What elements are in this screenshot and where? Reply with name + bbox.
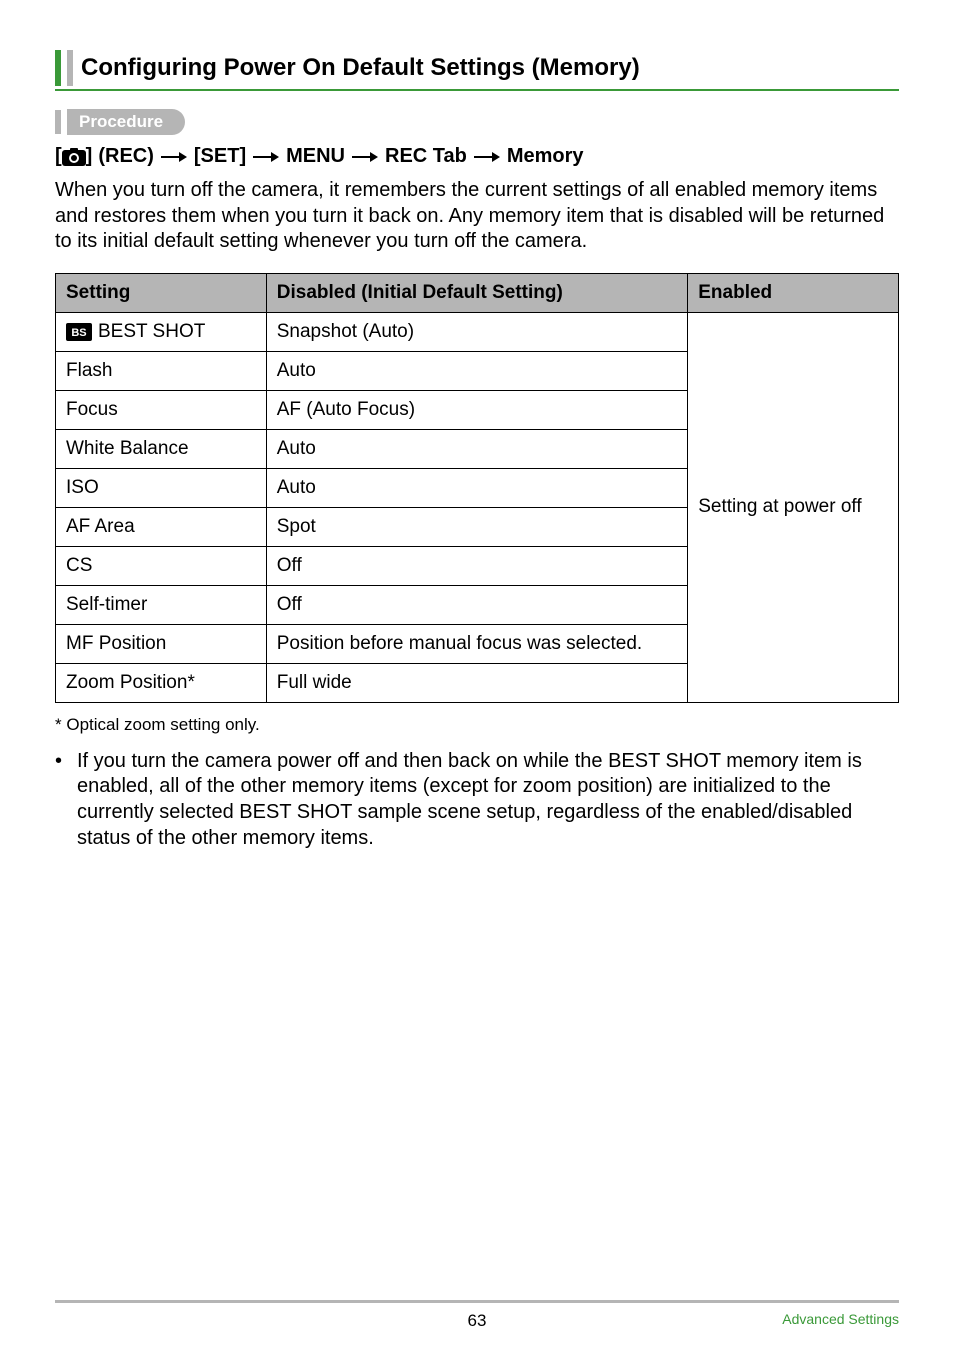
th-disabled: Disabled (Initial Default Setting)	[266, 273, 688, 312]
bullet-marker: •	[55, 749, 77, 851]
cell-disabled: Auto	[266, 429, 688, 468]
cell-setting: Focus	[56, 390, 267, 429]
arrow-icon	[473, 145, 501, 168]
cell-setting: White Balance	[56, 429, 267, 468]
cell-setting: BEST SHOT	[98, 321, 205, 343]
path-set: [SET]	[194, 145, 246, 168]
footer-divider	[55, 1300, 899, 1303]
cell-disabled: Full wide	[266, 663, 688, 702]
table-header-row: Setting Disabled (Initial Default Settin…	[56, 273, 899, 312]
cell-disabled: Spot	[266, 507, 688, 546]
menu-path: [ ] (REC) [SET] MENU REC Tab Memory	[55, 145, 899, 168]
page-footer: 63 Advanced Settings	[55, 1300, 899, 1327]
bullet-text: If you turn the camera power off and the…	[77, 749, 899, 851]
th-enabled: Enabled	[688, 273, 899, 312]
section-heading: Configuring Power On Default Settings (M…	[55, 50, 899, 86]
body-paragraph: When you turn off the camera, it remembe…	[55, 178, 899, 255]
footer-section: Advanced Settings	[782, 1311, 899, 1327]
th-setting: Setting	[56, 273, 267, 312]
footnote-text: Optical zoom setting only.	[66, 715, 259, 734]
settings-table: Setting Disabled (Initial Default Settin…	[55, 273, 899, 703]
procedure-pill: Procedure	[67, 109, 185, 135]
cell-disabled: AF (Auto Focus)	[266, 390, 688, 429]
table-row: BS BEST SHOT Snapshot (Auto) Setting at …	[56, 312, 899, 351]
cell-disabled: Auto	[266, 468, 688, 507]
cell-disabled: Position before manual focus was selecte…	[266, 624, 688, 663]
cell-setting: ISO	[56, 468, 267, 507]
heading-accent-green	[55, 50, 61, 86]
path-tab: REC Tab	[385, 145, 467, 168]
procedure-bar	[55, 110, 61, 134]
rec-icon-bracket: [ ]	[55, 145, 92, 168]
page-number: 63	[468, 1311, 487, 1331]
svg-text:BS: BS	[71, 327, 86, 339]
footnote-marker: *	[55, 715, 62, 734]
bullet-note: • If you turn the camera power off and t…	[55, 749, 899, 851]
path-memory: Memory	[507, 145, 584, 168]
cell-setting: Self-timer	[56, 585, 267, 624]
arrow-icon	[252, 145, 280, 168]
heading-underline	[55, 89, 899, 91]
arrow-icon	[351, 145, 379, 168]
cell-setting: Zoom Position*	[56, 663, 267, 702]
heading-text: Configuring Power On Default Settings (M…	[73, 50, 640, 86]
procedure-row: Procedure	[55, 109, 899, 135]
path-menu: MENU	[286, 145, 345, 168]
cell-enabled: Setting at power off	[688, 312, 899, 702]
cell-setting: CS	[56, 546, 267, 585]
camera-icon	[62, 148, 86, 166]
cell-setting: Flash	[56, 351, 267, 390]
arrow-icon	[160, 145, 188, 168]
footnote: * Optical zoom setting only.	[55, 715, 899, 735]
bs-icon: BS	[66, 323, 92, 341]
cell-disabled: Snapshot (Auto)	[266, 312, 688, 351]
cell-setting: MF Position	[56, 624, 267, 663]
cell-disabled: Off	[266, 546, 688, 585]
cell-disabled: Auto	[266, 351, 688, 390]
path-rec: (REC)	[98, 145, 154, 168]
cell-disabled: Off	[266, 585, 688, 624]
cell-setting: AF Area	[56, 507, 267, 546]
